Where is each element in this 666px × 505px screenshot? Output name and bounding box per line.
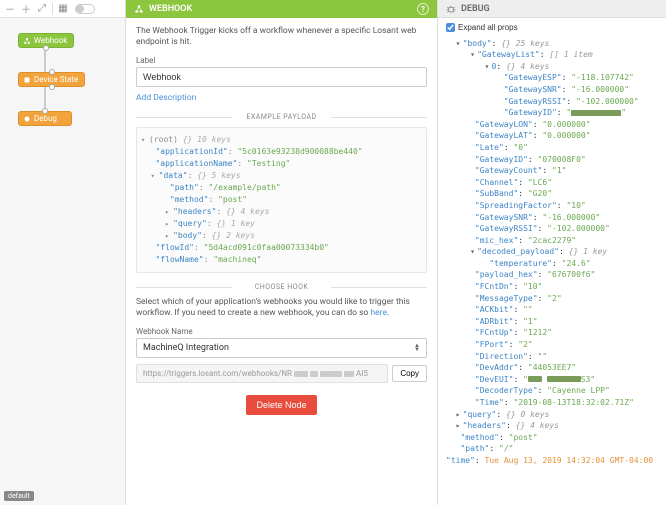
choose-hook-desc: Select which of your application's webho… [136, 297, 427, 319]
webhook-url-display: https://triggers.losant.com/webhooks/NR … [136, 364, 388, 383]
handle[interactable] [43, 45, 49, 51]
config-panel: WEBHOOK ? The Webhook Trigger kicks off … [126, 0, 438, 505]
grid-icon[interactable]: ▦ [57, 3, 69, 15]
workflow-canvas-column: － ＋ ⤢ ▦ Webhook Device State De [0, 0, 126, 505]
canvas-body[interactable]: Webhook Device State Debug default [0, 18, 125, 505]
handle[interactable] [42, 108, 48, 114]
help-icon[interactable]: ? [417, 3, 429, 15]
webhook-icon [23, 37, 31, 45]
webhook-select-value: MachineQ Integration [143, 343, 229, 353]
debug-panel: DEBUG Expand all props ▾"body": {} 25 ke… [438, 0, 666, 505]
debug-icon [23, 115, 31, 123]
bug-icon [446, 4, 456, 14]
node-device-state[interactable]: Device State [18, 72, 85, 87]
choose-hook-label: CHOOSE HOOK [136, 283, 427, 291]
here-link[interactable]: here [370, 308, 387, 318]
node-label: Webhook [34, 36, 67, 45]
example-payload-label: EXAMPLE PAYLOAD [136, 113, 427, 121]
node-label: Device State [34, 75, 78, 84]
connector [44, 48, 46, 72]
canvas-toolbar: － ＋ ⤢ ▦ [0, 0, 125, 18]
debug-body: Expand all props ▾"body": {} 25 keys ▾"G… [438, 18, 666, 505]
default-badge: default [4, 491, 34, 501]
grid-toggle[interactable] [75, 4, 95, 14]
debug-header: DEBUG [438, 0, 666, 18]
description: The Webhook Trigger kicks off a workflow… [136, 26, 427, 48]
webhook-name-label: Webhook Name [136, 327, 427, 336]
expand-checkbox-input[interactable] [446, 23, 455, 32]
debug-title: DEBUG [461, 4, 490, 14]
panel-title: WEBHOOK [149, 4, 192, 14]
add-description-link[interactable]: Add Description [136, 93, 196, 103]
node-label: Debug [34, 114, 57, 123]
config-panel-header: WEBHOOK ? [126, 0, 437, 18]
example-payload-json: ▾(root) {} 10 keys "applicationId": "5c0… [136, 127, 427, 273]
label-field-label: Label [136, 56, 427, 65]
webhook-icon [134, 4, 144, 14]
expand-all-checkbox[interactable]: Expand all props [446, 22, 658, 34]
handle[interactable] [49, 69, 55, 75]
handle[interactable] [49, 84, 55, 90]
delete-node-button[interactable]: Delete Node [246, 395, 316, 415]
select-arrows-icon: ▲▼ [414, 344, 420, 352]
node-webhook[interactable]: Webhook [18, 33, 74, 48]
copy-button[interactable]: Copy [392, 365, 427, 382]
config-body: The Webhook Trigger kicks off a workflow… [126, 18, 437, 505]
divider [52, 3, 53, 15]
device-icon [23, 76, 31, 84]
zoom-in-icon[interactable]: ＋ [20, 3, 32, 15]
node-debug[interactable]: Debug [18, 111, 72, 126]
webhook-select[interactable]: MachineQ Integration ▲▼ [136, 338, 427, 358]
zoom-out-icon[interactable]: － [4, 3, 16, 15]
label-input[interactable] [136, 67, 427, 87]
fit-icon[interactable]: ⤢ [36, 3, 48, 15]
